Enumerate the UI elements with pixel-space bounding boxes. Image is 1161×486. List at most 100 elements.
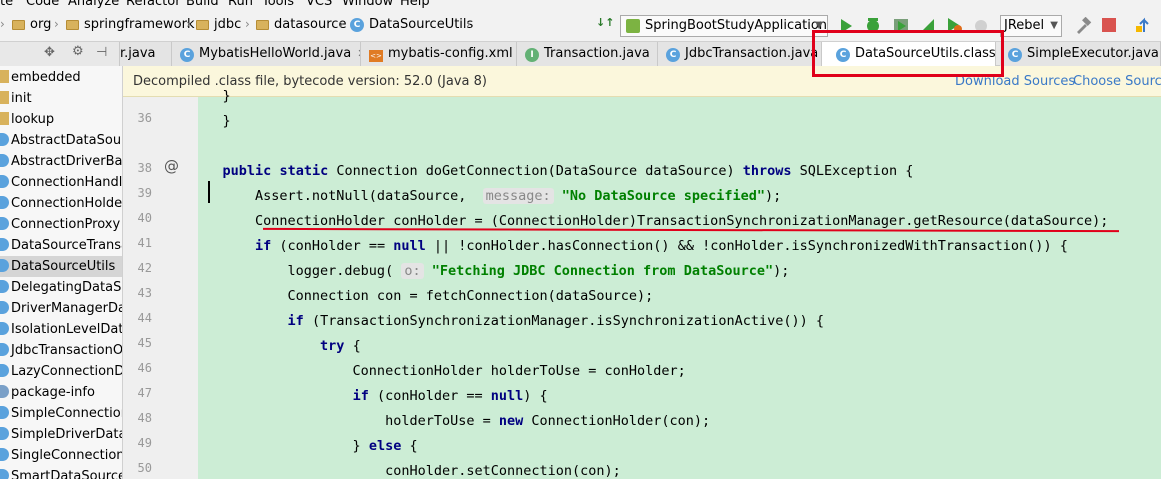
sidebar-item-label: init <box>11 91 32 106</box>
run-configuration-select[interactable]: SpringBootStudyApplication ▼ <box>620 15 828 37</box>
folder-icon <box>0 70 9 83</box>
choose-source-link[interactable]: Choose Source <box>1073 74 1161 89</box>
class-icon <box>0 301 9 314</box>
menu-window[interactable]: Window <box>342 0 393 9</box>
jrebel-select[interactable]: JRebel ▼ <box>1000 15 1062 37</box>
settings-icon[interactable]: ⚙ <box>72 44 84 59</box>
jrebel-run-icon[interactable] <box>945 16 963 34</box>
chevron-right-icon: › <box>54 17 59 31</box>
line-number: 47 <box>137 386 152 400</box>
menu-help[interactable]: Help <box>400 0 430 9</box>
code-line[interactable]: logger.debug( o: "Fetching JDBC Connecti… <box>190 261 789 286</box>
sidebar-item[interactable]: embedded <box>0 67 122 88</box>
code-editor[interactable]: } } public static Connection doGetConnec… <box>198 88 1161 479</box>
sidebar-item[interactable]: ConnectionHandle <box>0 172 122 193</box>
folder-icon <box>256 19 269 30</box>
breadcrumb-springframework[interactable]: springframework <box>66 17 194 32</box>
sidebar-item[interactable]: SimpleDriverDataSo <box>0 424 122 445</box>
code-line[interactable]: if (conHolder == null) { <box>190 386 548 411</box>
code-line[interactable]: } <box>190 86 231 111</box>
class-icon: C <box>180 48 194 62</box>
override-icon[interactable]: @ <box>164 157 179 175</box>
tab-label: mybatis-config.xml <box>388 46 513 61</box>
profile-icon[interactable] <box>918 16 936 34</box>
line-number: 41 <box>137 236 152 250</box>
code-line[interactable]: if (TransactionSynchronizationManager.is… <box>190 311 824 336</box>
code-line[interactable]: conHolder.setConnection(con); <box>190 461 621 486</box>
breadcrumb-datasource[interactable]: datasource <box>256 17 346 32</box>
breadcrumb-jdbc[interactable]: jdbc <box>196 17 241 32</box>
breadcrumb-datasourceutils[interactable]: C DataSourceUtils <box>350 17 473 32</box>
sidebar-item[interactable]: DriverManagerData <box>0 298 122 319</box>
sidebar-item[interactable]: LazyConnectionDat <box>0 361 122 382</box>
tab-mybatis-config[interactable]: <>mybatis-config.xml✕ <box>361 42 517 66</box>
code-line[interactable]: holderToUse = new ConnectionHolder(con); <box>190 411 710 436</box>
hammer-icon[interactable] <box>1074 17 1092 35</box>
tab-simpleexecutor[interactable]: CSimpleExecutor.java✕ <box>1000 42 1161 66</box>
update-running-icon[interactable] <box>1134 16 1152 34</box>
code-line[interactable]: Assert.notNull(dataSource, message: "No … <box>190 186 781 211</box>
code-line[interactable]: } <box>190 111 231 136</box>
sidebar-item[interactable]: init <box>0 88 122 109</box>
sidebar-item[interactable]: ConnectionProxy <box>0 214 122 235</box>
sidebar-item[interactable]: IsolationLevelData <box>0 319 122 340</box>
sidebar-item[interactable]: DataSourceTransac <box>0 235 122 256</box>
debug-icon[interactable] <box>864 16 882 34</box>
run-icon[interactable] <box>839 18 853 34</box>
sidebar-item[interactable]: lookup <box>0 109 122 130</box>
sidebar-item-label: LazyConnectionDat <box>11 364 122 379</box>
menu-item[interactable]: te <box>0 0 13 9</box>
menu-tools[interactable]: Tools <box>262 0 294 9</box>
sidebar-item[interactable]: DelegatingDataSou <box>0 277 122 298</box>
code-line[interactable]: Connection con = fetchConnection(dataSou… <box>190 286 654 311</box>
class-icon: C <box>1008 48 1022 62</box>
download-sources-link[interactable]: Download Sources <box>955 74 1075 89</box>
class-icon: C <box>350 17 364 32</box>
jrebel-debug-icon[interactable] <box>972 17 990 35</box>
tab-r-java[interactable]: r.java <box>120 42 172 66</box>
code-line[interactable]: public static Connection doGetConnection… <box>190 161 914 186</box>
tab-mybatishelloworld[interactable]: CMybatisHelloWorld.java✕ <box>172 42 361 66</box>
sidebar-item[interactable]: SmartDataSource <box>0 466 122 479</box>
sidebar-item[interactable]: package-info <box>0 382 122 403</box>
menu-run[interactable]: Run <box>228 0 253 9</box>
sort-icon[interactable]: ↓↑ <box>596 16 614 29</box>
menu-code[interactable]: Code <box>26 0 59 9</box>
folder-icon <box>12 19 25 30</box>
tab-transaction[interactable]: ITransaction.java✕ <box>517 42 658 66</box>
sidebar-item[interactable]: ConnectionHolder <box>0 193 122 214</box>
class-icon <box>0 154 9 167</box>
coverage-icon[interactable] <box>892 16 910 34</box>
stop-icon[interactable] <box>1102 18 1116 32</box>
sidebar-item[interactable]: AbstractDataSource <box>0 130 122 151</box>
breadcrumb-org[interactable]: org <box>12 17 51 32</box>
class-icon <box>0 175 9 188</box>
sidebar-item[interactable]: SingleConnectionD <box>0 445 122 466</box>
menu-build[interactable]: Build <box>186 0 219 9</box>
code-line[interactable]: } else { <box>190 436 418 461</box>
collapse-icon[interactable]: ⊣ <box>96 45 107 60</box>
menu-analyze[interactable]: Analyze <box>68 0 119 9</box>
sidebar-item-label: DelegatingDataSou <box>11 280 122 295</box>
code-line[interactable]: ConnectionHolder holderToUse = conHolder… <box>190 361 686 386</box>
menu-refactor[interactable]: Refactor <box>126 0 181 9</box>
sidebar-item[interactable]: DataSourceUtils <box>0 256 122 277</box>
move-icon[interactable]: ✥ <box>44 45 55 60</box>
sidebar-item[interactable]: JdbcTransactionOb <box>0 340 122 361</box>
class-icon <box>0 448 9 461</box>
sidebar-item[interactable]: AbstractDriverBase <box>0 151 122 172</box>
folder-icon <box>66 19 79 30</box>
class-icon: C <box>666 48 680 62</box>
code-line[interactable]: if (conHolder == null || !conHolder.hasC… <box>190 236 1068 261</box>
line-number: 43 <box>137 286 152 300</box>
class-icon <box>0 469 9 479</box>
code-line[interactable]: try { <box>190 336 361 361</box>
tab-datasourceutils-class[interactable]: CDataSourceUtils.class✕ <box>822 42 996 66</box>
sidebar-item-label: DataSourceUtils <box>11 259 116 274</box>
line-number: 50 <box>137 461 152 475</box>
menu-vcs[interactable]: VCS <box>306 0 332 9</box>
sidebar-item[interactable]: SimpleConnectionH <box>0 403 122 424</box>
tab-jdbctransaction[interactable]: CJdbcTransaction.java✕ <box>658 42 822 66</box>
code-line[interactable]: ConnectionHolder conHolder = (Connection… <box>190 211 1108 236</box>
class-icon <box>0 322 9 335</box>
